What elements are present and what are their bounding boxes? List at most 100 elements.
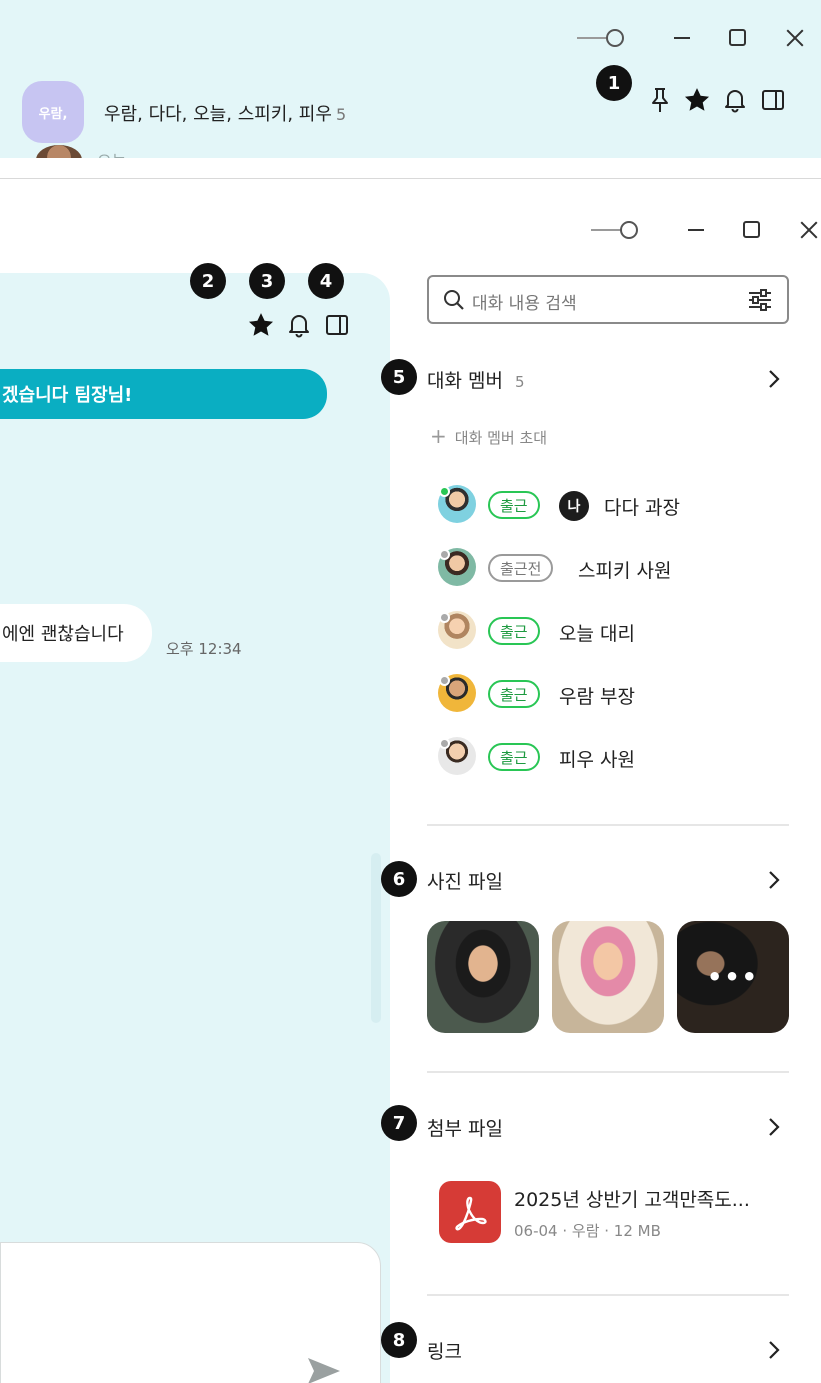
chat-title: 우람, 다다, 오늘, 스피키, 피우 5 bbox=[104, 100, 346, 126]
callout-marker-5: 5 bbox=[381, 359, 417, 395]
side-panel-icon bbox=[326, 315, 348, 335]
notification-button[interactable] bbox=[721, 86, 749, 114]
bell-icon bbox=[725, 90, 745, 113]
offline-status-dot bbox=[439, 549, 450, 560]
callout-marker-7: 7 bbox=[381, 1105, 417, 1141]
chevron-right-icon[interactable] bbox=[767, 368, 781, 390]
attendance-badge: 출근 bbox=[488, 617, 540, 645]
members-count: 5 bbox=[514, 373, 525, 391]
attendance-badge: 출근전 bbox=[488, 554, 554, 582]
bell-icon bbox=[289, 315, 309, 338]
links-section-title[interactable]: 링크 bbox=[427, 1337, 462, 1364]
sent-message-bubble[interactable]: 겠습니다 팀장님! bbox=[0, 369, 327, 419]
photo-thumbnail[interactable] bbox=[427, 921, 539, 1033]
message-text: 에엔 괜찮습니다 bbox=[2, 624, 124, 645]
chat-message-area bbox=[0, 273, 390, 1383]
offline-status-dot bbox=[439, 738, 450, 749]
window-opacity-slider-knob[interactable] bbox=[620, 221, 638, 239]
maximize-button[interactable] bbox=[743, 221, 760, 238]
close-button[interactable] bbox=[786, 29, 804, 47]
file-name[interactable]: 2025년 상반기 고객만족도... bbox=[514, 1185, 750, 1212]
members-section-title[interactable]: 대화 멤버 5 bbox=[427, 366, 525, 393]
chevron-right-icon[interactable] bbox=[767, 1339, 781, 1361]
invite-label: 대화 멤버 초대 bbox=[454, 429, 548, 447]
member-name: 우람 부장 bbox=[559, 686, 635, 708]
more-photos-indicator: ••• bbox=[677, 921, 789, 1033]
search-icon bbox=[444, 290, 464, 310]
member-name: 다다 과장 bbox=[604, 497, 680, 519]
window-opacity-slider-track[interactable] bbox=[577, 37, 607, 39]
member-name: 오늘 대리 bbox=[559, 623, 635, 645]
attendance-badge: 출근 bbox=[488, 743, 540, 771]
section-divider bbox=[427, 1071, 789, 1073]
photos-title-text: 사진 파일 bbox=[427, 871, 503, 893]
received-message-bubble[interactable]: 에엔 괜찮습니다 bbox=[0, 604, 152, 662]
page: 우람, 우람, 다다, 오늘, 스피키, 피우5 오늘 1 2 3 4 겠습 bbox=[0, 0, 821, 1383]
member-row[interactable]: 출근 나 다다 과장 bbox=[438, 485, 788, 525]
favorite-button[interactable] bbox=[683, 86, 711, 114]
section-divider bbox=[427, 824, 789, 826]
callout-marker-8: 8 bbox=[381, 1322, 417, 1358]
photo-thumbnail[interactable] bbox=[552, 921, 664, 1033]
plus-icon: + bbox=[430, 424, 447, 448]
member-name: 피우 사원 bbox=[559, 749, 635, 771]
files-section-title[interactable]: 첨부 파일 bbox=[427, 1114, 503, 1141]
member-row[interactable]: 출근전 스피키 사원 bbox=[438, 548, 788, 588]
member-count: 5 bbox=[335, 105, 347, 124]
photo-thumbnail-more[interactable]: ••• bbox=[677, 921, 789, 1033]
offline-status-dot bbox=[439, 612, 450, 623]
chevron-right-icon[interactable] bbox=[767, 1116, 781, 1138]
side-panel-toggle-button[interactable] bbox=[759, 86, 787, 114]
online-status-dot bbox=[439, 486, 450, 497]
me-badge: 나 bbox=[559, 491, 589, 521]
filter-icon bbox=[749, 289, 771, 311]
message-text: 겠습니다 팀장님! bbox=[2, 385, 133, 406]
pdf-icon[interactable] bbox=[439, 1181, 501, 1243]
side-panel-toggle-button[interactable] bbox=[323, 311, 351, 339]
send-icon bbox=[308, 1358, 340, 1383]
photos-section-title[interactable]: 사진 파일 bbox=[427, 867, 503, 894]
callout-marker-6: 6 bbox=[381, 861, 417, 897]
star-icon bbox=[684, 88, 710, 111]
group-avatar: 우람, bbox=[22, 81, 84, 143]
chat-scrollbar[interactable] bbox=[371, 853, 381, 1023]
links-title-text: 링크 bbox=[427, 1341, 462, 1363]
maximize-button[interactable] bbox=[729, 29, 746, 46]
chevron-right-icon[interactable] bbox=[767, 869, 781, 891]
notification-button[interactable] bbox=[285, 311, 313, 339]
callout-marker-4: 4 bbox=[308, 263, 344, 299]
pin-icon bbox=[652, 88, 668, 112]
offline-status-dot bbox=[439, 675, 450, 686]
file-meta: 06-04 · 우람 · 12 MB bbox=[514, 1222, 661, 1240]
message-sender-preview: 오늘 bbox=[97, 148, 126, 158]
callout-marker-3: 3 bbox=[249, 263, 285, 299]
invite-member-button[interactable]: + 대화 멤버 초대 bbox=[430, 424, 547, 448]
message-timestamp: 오후 12:34 bbox=[166, 640, 242, 658]
search-placeholder: 대화 내용 검색 bbox=[472, 294, 577, 314]
member-row[interactable]: 출근 피우 사원 bbox=[438, 737, 788, 777]
files-title-text: 첨부 파일 bbox=[427, 1118, 503, 1140]
member-row[interactable]: 출근 우람 부장 bbox=[438, 674, 788, 714]
side-panel-icon bbox=[762, 90, 784, 110]
search-filter-button[interactable] bbox=[747, 287, 773, 317]
send-button[interactable] bbox=[306, 1356, 342, 1383]
minimize-button[interactable] bbox=[674, 37, 690, 39]
chat-title-text: 우람, 다다, 오늘, 스피키, 피우 bbox=[104, 104, 332, 125]
section-divider bbox=[427, 1294, 789, 1296]
message-avatar bbox=[36, 145, 82, 158]
minimize-button[interactable] bbox=[688, 229, 704, 231]
pin-button[interactable] bbox=[646, 86, 674, 114]
star-icon bbox=[248, 313, 274, 336]
favorite-button[interactable] bbox=[247, 311, 275, 339]
screenshot-divider bbox=[0, 178, 821, 179]
attendance-badge: 출근 bbox=[488, 491, 540, 519]
acrobat-logo-icon bbox=[455, 1196, 487, 1231]
window-opacity-slider-track[interactable] bbox=[591, 229, 621, 231]
top-chat-window: 우람, 우람, 다다, 오늘, 스피키, 피우5 오늘 1 bbox=[0, 0, 821, 158]
member-name: 스피키 사원 bbox=[578, 560, 672, 582]
close-button[interactable] bbox=[800, 221, 818, 239]
member-row[interactable]: 출근 오늘 대리 bbox=[438, 611, 788, 651]
members-title-text: 대화 멤버 bbox=[427, 370, 503, 392]
window-opacity-slider-knob[interactable] bbox=[606, 29, 624, 47]
callout-marker-1: 1 bbox=[596, 65, 632, 101]
